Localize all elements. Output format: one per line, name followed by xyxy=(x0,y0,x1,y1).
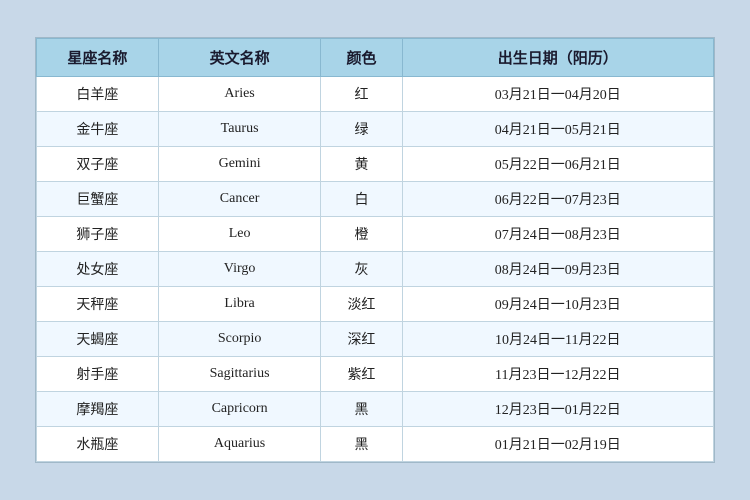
cell-en-name: Libra xyxy=(158,287,320,322)
table-row: 处女座Virgo灰08月24日一09月23日 xyxy=(37,252,714,287)
cell-en-name: Aquarius xyxy=(158,427,320,462)
cell-cn-name: 金牛座 xyxy=(37,112,159,147)
cell-date: 01月21日一02月19日 xyxy=(402,427,713,462)
cell-cn-name: 处女座 xyxy=(37,252,159,287)
cell-color: 紫红 xyxy=(321,357,402,392)
table-header-row: 星座名称 英文名称 颜色 出生日期（阳历） xyxy=(37,39,714,77)
cell-en-name: Taurus xyxy=(158,112,320,147)
cell-en-name: Leo xyxy=(158,217,320,252)
cell-cn-name: 天蝎座 xyxy=(37,322,159,357)
cell-cn-name: 摩羯座 xyxy=(37,392,159,427)
table-row: 双子座Gemini黄05月22日一06月21日 xyxy=(37,147,714,182)
table-row: 白羊座Aries红03月21日一04月20日 xyxy=(37,77,714,112)
cell-cn-name: 狮子座 xyxy=(37,217,159,252)
header-color: 颜色 xyxy=(321,39,402,77)
cell-color: 黄 xyxy=(321,147,402,182)
cell-date: 06月22日一07月23日 xyxy=(402,182,713,217)
cell-cn-name: 白羊座 xyxy=(37,77,159,112)
table-row: 水瓶座Aquarius黑01月21日一02月19日 xyxy=(37,427,714,462)
cell-color: 橙 xyxy=(321,217,402,252)
cell-en-name: Virgo xyxy=(158,252,320,287)
table-row: 金牛座Taurus绿04月21日一05月21日 xyxy=(37,112,714,147)
cell-color: 黑 xyxy=(321,427,402,462)
cell-date: 12月23日一01月22日 xyxy=(402,392,713,427)
cell-en-name: Aries xyxy=(158,77,320,112)
cell-color: 黑 xyxy=(321,392,402,427)
cell-date: 10月24日一11月22日 xyxy=(402,322,713,357)
cell-color: 灰 xyxy=(321,252,402,287)
cell-date: 09月24日一10月23日 xyxy=(402,287,713,322)
cell-date: 04月21日一05月21日 xyxy=(402,112,713,147)
cell-en-name: Sagittarius xyxy=(158,357,320,392)
cell-en-name: Scorpio xyxy=(158,322,320,357)
header-en-name: 英文名称 xyxy=(158,39,320,77)
cell-color: 绿 xyxy=(321,112,402,147)
cell-cn-name: 双子座 xyxy=(37,147,159,182)
table-row: 天秤座Libra淡红09月24日一10月23日 xyxy=(37,287,714,322)
table-row: 天蝎座Scorpio深红10月24日一11月22日 xyxy=(37,322,714,357)
header-date: 出生日期（阳历） xyxy=(402,39,713,77)
cell-date: 05月22日一06月21日 xyxy=(402,147,713,182)
table-row: 狮子座Leo橙07月24日一08月23日 xyxy=(37,217,714,252)
cell-en-name: Capricorn xyxy=(158,392,320,427)
table-row: 摩羯座Capricorn黑12月23日一01月22日 xyxy=(37,392,714,427)
table-row: 射手座Sagittarius紫红11月23日一12月22日 xyxy=(37,357,714,392)
cell-date: 03月21日一04月20日 xyxy=(402,77,713,112)
cell-cn-name: 巨蟹座 xyxy=(37,182,159,217)
table-row: 巨蟹座Cancer白06月22日一07月23日 xyxy=(37,182,714,217)
cell-cn-name: 天秤座 xyxy=(37,287,159,322)
cell-date: 11月23日一12月22日 xyxy=(402,357,713,392)
cell-color: 深红 xyxy=(321,322,402,357)
cell-color: 白 xyxy=(321,182,402,217)
zodiac-table: 星座名称 英文名称 颜色 出生日期（阳历） 白羊座Aries红03月21日一04… xyxy=(36,38,714,462)
cell-date: 07月24日一08月23日 xyxy=(402,217,713,252)
cell-en-name: Cancer xyxy=(158,182,320,217)
cell-cn-name: 射手座 xyxy=(37,357,159,392)
zodiac-table-container: 星座名称 英文名称 颜色 出生日期（阳历） 白羊座Aries红03月21日一04… xyxy=(35,37,715,463)
header-cn-name: 星座名称 xyxy=(37,39,159,77)
cell-date: 08月24日一09月23日 xyxy=(402,252,713,287)
cell-en-name: Gemini xyxy=(158,147,320,182)
cell-cn-name: 水瓶座 xyxy=(37,427,159,462)
cell-color: 淡红 xyxy=(321,287,402,322)
cell-color: 红 xyxy=(321,77,402,112)
